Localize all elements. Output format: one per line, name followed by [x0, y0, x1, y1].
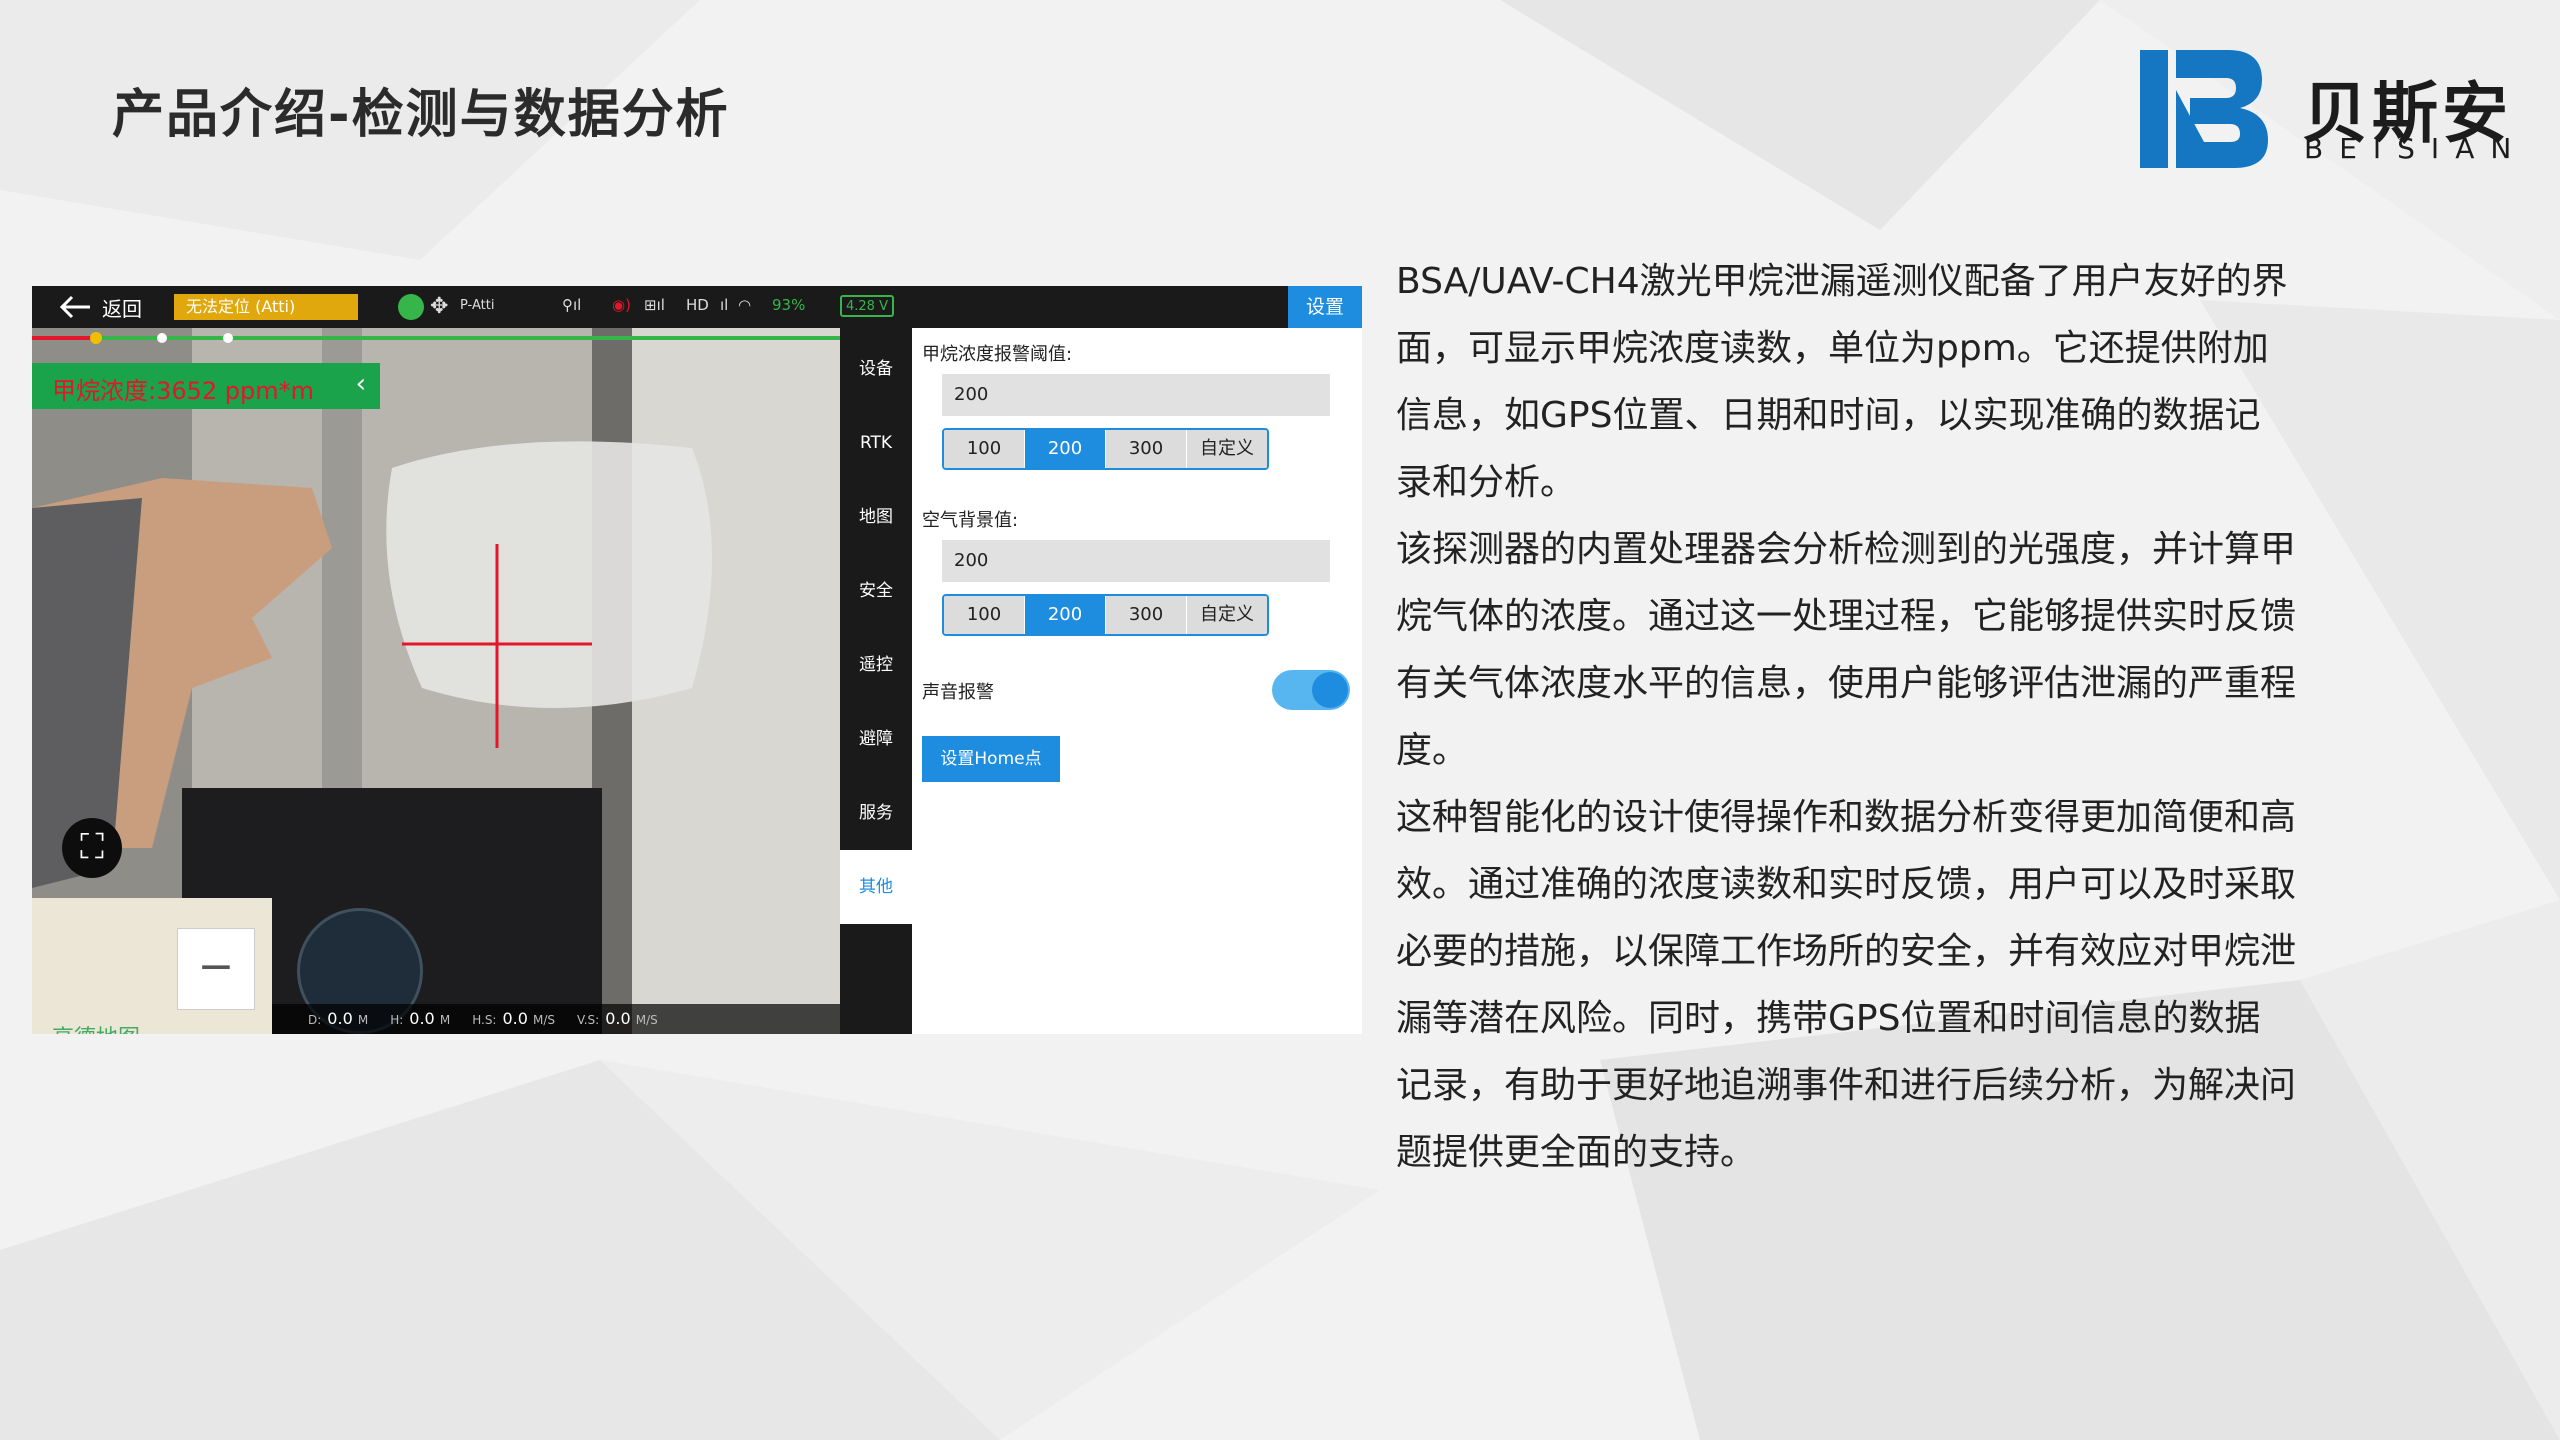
description-paragraph: BSA/UAV-CH4激光甲烷泄漏遥测仪配备了用户友好的界面，可显示甲烷浓度读数… [1396, 261, 2288, 503]
settings-panel: 甲烷浓度报警阈值: 200 100 200 300 自定义 空气背景值: 200… [912, 328, 1362, 1034]
app-topbar: 返回 无法定位 (Atti) ✥ P-Atti ⚲ıl ◉) ⊞ıl HD ıl… [32, 286, 1362, 328]
settings-tab[interactable]: 设置 [1288, 286, 1362, 328]
satellite-icon: ⚲ıl [562, 296, 582, 314]
ch4-threshold-label: 甲烷浓度报警阈值: [922, 344, 1073, 365]
ch4-preset-200[interactable]: 200 [1025, 430, 1106, 468]
check-icon [398, 294, 424, 320]
nav-item-device[interactable]: 设备 [840, 332, 912, 406]
ch4-reading-banner: 甲烷浓度:3652 ppm*m ‹ [32, 363, 380, 409]
arrow-left-icon [59, 295, 90, 319]
nav-item-rtk[interactable]: RTK [840, 406, 912, 480]
ch4-preset-group: 100 200 300 自定义 [942, 428, 1269, 470]
alarm-icon: ◉) [612, 296, 631, 314]
battery-percent: 93% [772, 296, 806, 314]
nav-item-map[interactable]: 地图 [840, 480, 912, 554]
camera-feed: 甲烷浓度:3652 ppm*m ‹ − 高德地图 ⛶ D:0.0 M H:0.0… [32, 328, 840, 1034]
back-button[interactable]: 返回 [58, 290, 142, 324]
nav-item-service[interactable]: 服务 [840, 776, 912, 850]
sound-alarm-toggle[interactable] [1272, 670, 1350, 710]
sound-alarm-label: 声音报警 [922, 682, 994, 703]
settings-side-nav: 设备 RTK 地图 安全 遥控 避障 服务 其他 [840, 328, 912, 1034]
brand-logo: 贝斯安 BEISIAN [2140, 50, 2520, 170]
wifi-icon: ◠ [738, 296, 752, 314]
voltage-badge: 4.28 V [840, 295, 894, 317]
page-title: 产品介绍-检测与数据分析 [112, 85, 730, 145]
flight-mode: P-Atti [460, 298, 495, 313]
hd-label: HD [686, 296, 709, 314]
nav-item-other[interactable]: 其他 [840, 850, 912, 924]
brand-name-en: BEISIAN [2304, 132, 2528, 165]
app-screenshot: 返回 无法定位 (Atti) ✥ P-Atti ⚲ıl ◉) ⊞ıl HD ıl… [32, 286, 1362, 1034]
fullscreen-icon[interactable]: ⛶ [62, 818, 122, 878]
set-home-button[interactable]: 设置Home点 [922, 736, 1060, 782]
nav-item-remote[interactable]: 遥控 [840, 628, 912, 702]
map-brand: 高德地图 [52, 1020, 140, 1034]
air-preset-group: 100 200 300 自定义 [942, 594, 1269, 636]
description-paragraph: 这种智能化的设计使得操作和数据分析变得更加简便和高效。通过准确的浓度读数和实时反… [1396, 797, 2297, 1173]
telemetry-vspeed: V.S: 0.0 M/S [577, 1009, 658, 1028]
ch4-preset-100[interactable]: 100 [944, 430, 1025, 468]
brand-logo-mark [2140, 50, 2268, 168]
back-label: 返回 [102, 296, 142, 321]
drone-icon: ✥ [430, 294, 449, 319]
gps-status-badge: 无法定位 (Atti) [174, 294, 358, 320]
nav-item-obstacle[interactable]: 避障 [840, 702, 912, 776]
telemetry-bar: D: 0.0 M H: 0.0 M H.S: 0.0 M/S V.S: 0.0 M/S [272, 1004, 840, 1034]
product-description: BSA/UAV-CH4激光甲烷泄漏遥测仪配备了用户友好的界面，可显示甲烷浓度读数… [1396, 248, 2296, 1186]
map-zoom-out-button[interactable]: − [177, 928, 255, 1010]
description-paragraph: 该探测器的内置处理器会分析检测到的光强度，并计算甲烷气体的浓度。通过这一处理过程… [1396, 529, 2297, 771]
air-preset-100[interactable]: 100 [944, 596, 1025, 634]
air-background-label: 空气背景值: [922, 510, 1019, 531]
nav-item-safety[interactable]: 安全 [840, 554, 912, 628]
ch4-threshold-input[interactable]: 200 [942, 374, 1330, 416]
air-preset-custom[interactable]: 自定义 [1187, 596, 1267, 634]
telemetry-distance: D: 0.0 M [308, 1009, 369, 1028]
ch4-preset-custom[interactable]: 自定义 [1187, 430, 1267, 468]
ch4-reading: 甲烷浓度:3652 ppm*m [52, 377, 315, 405]
toggle-knob [1312, 672, 1348, 708]
air-background-input[interactable]: 200 [942, 540, 1330, 582]
ch4-preset-300[interactable]: 300 [1106, 430, 1187, 468]
chevron-left-icon[interactable]: ‹ [356, 369, 366, 399]
signal-icon: ıl [720, 296, 729, 314]
air-preset-200[interactable]: 200 [1025, 596, 1106, 634]
remote-signal-icon: ⊞ıl [644, 296, 665, 314]
telemetry-height: H: 0.0 M [390, 1009, 451, 1028]
telemetry-hspeed: H.S: 0.0 M/S [472, 1009, 556, 1028]
air-preset-300[interactable]: 300 [1106, 596, 1187, 634]
